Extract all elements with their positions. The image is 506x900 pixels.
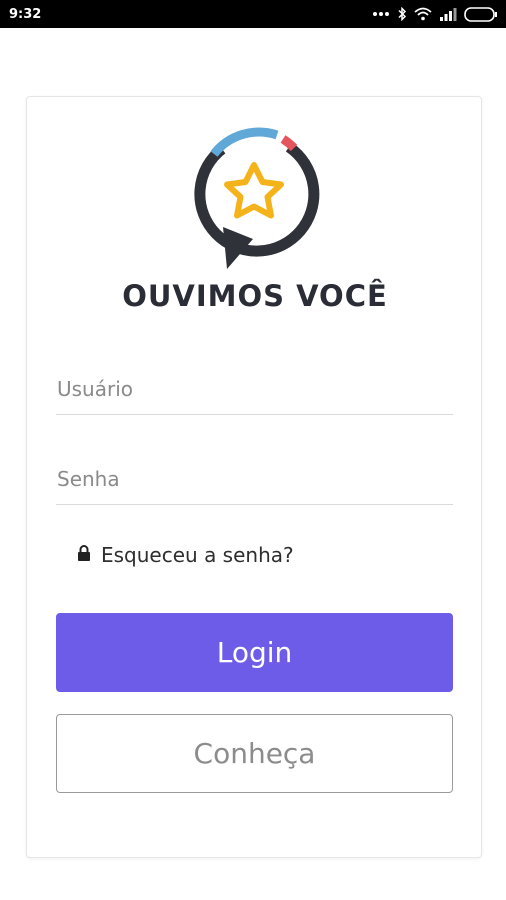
password-input[interactable]: [56, 459, 453, 499]
bluetooth-icon: [397, 7, 407, 21]
battery-icon: [464, 6, 498, 22]
forgot-password-label: Esqueceu a senha?: [101, 543, 294, 567]
wifi-icon: [414, 7, 432, 21]
username-input[interactable]: [56, 369, 453, 409]
status-icons: [372, 6, 498, 22]
status-time: 9:32: [9, 6, 42, 22]
more-dots-icon: [372, 11, 390, 17]
password-field[interactable]: [56, 459, 453, 505]
login-button[interactable]: Login: [56, 613, 453, 692]
speech-bubble-star-icon: [187, 127, 321, 269]
login-card: OUVIMOS VOCÊ Esqueceu a senha? Login Con…: [26, 96, 482, 858]
status-bar: 9:32: [0, 0, 506, 28]
brand-name: OUVIMOS VOCÊ: [122, 279, 388, 313]
lock-icon: [77, 544, 91, 566]
username-field[interactable]: [56, 369, 453, 415]
conheca-button[interactable]: Conheça: [56, 714, 453, 793]
signal-icon: [439, 7, 457, 21]
forgot-password-link[interactable]: Esqueceu a senha?: [77, 543, 294, 567]
